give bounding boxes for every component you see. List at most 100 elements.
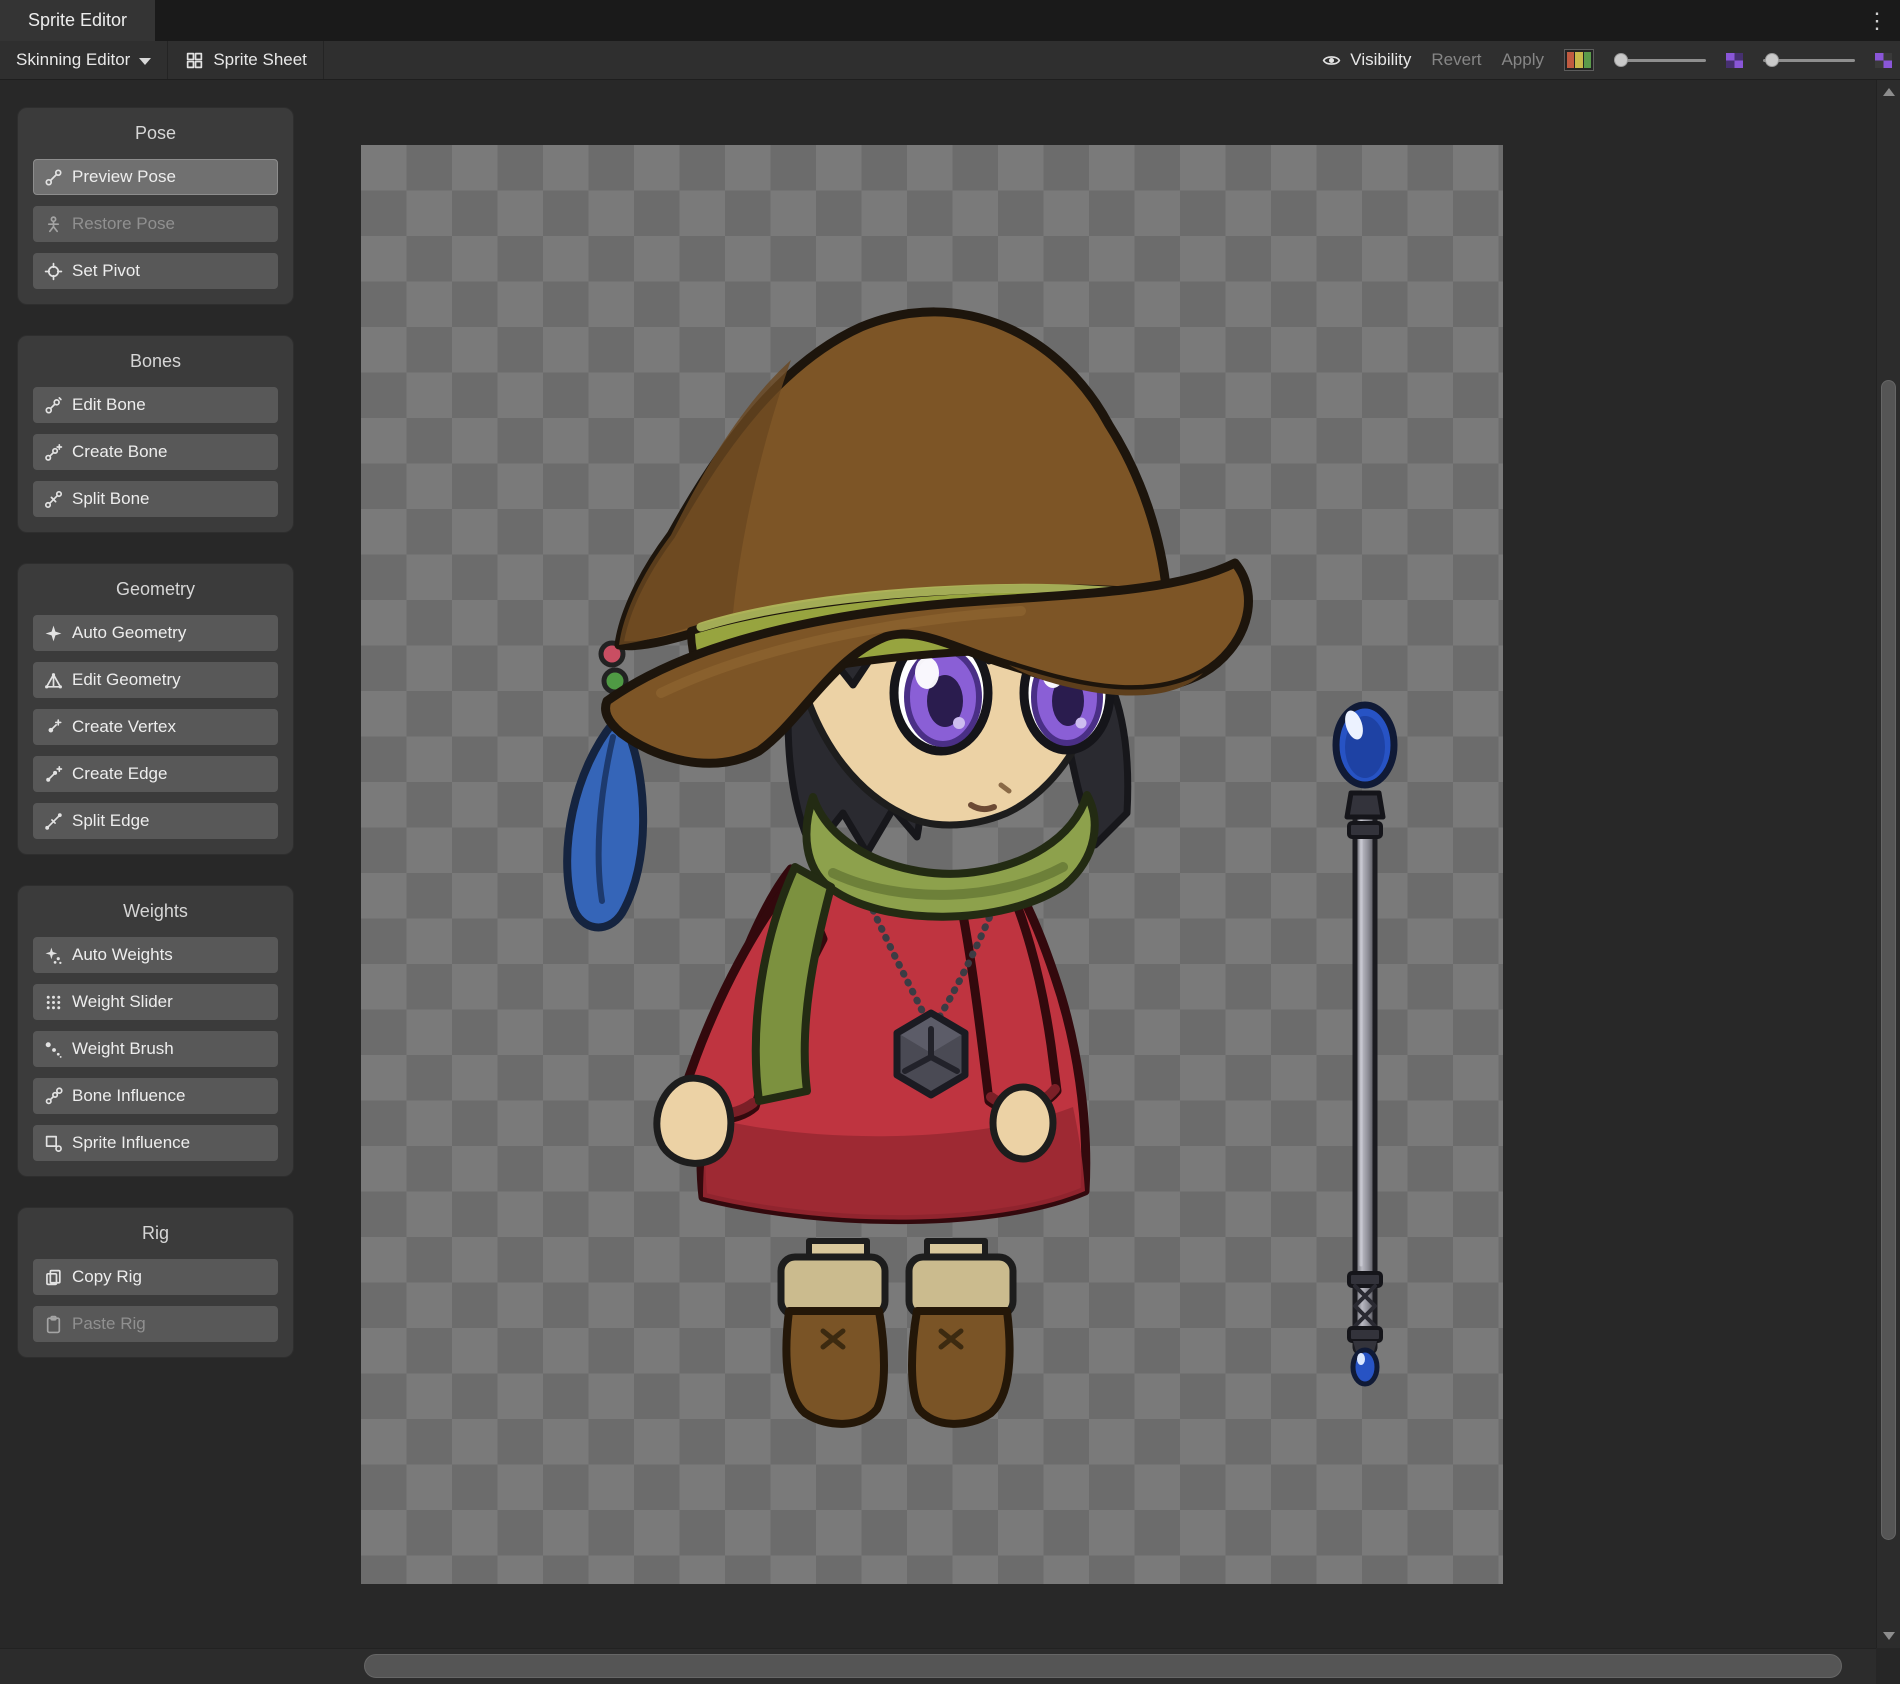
auto-weights-icon [43,945,63,965]
weight-brush-button[interactable]: Weight Brush [33,1031,278,1067]
edit-bone-button[interactable]: Edit Bone [33,387,278,423]
button-label: Weight Slider [72,992,173,1012]
tab-sprite-editor[interactable]: Sprite Editor [0,0,155,41]
window-tab-label: Sprite Editor [28,10,127,31]
mode-dropdown-label: Skinning Editor [16,50,130,70]
copy-rig-button[interactable]: Copy Rig [33,1259,278,1295]
opacity-slider[interactable] [1614,59,1706,62]
mannequin-icon [43,214,63,234]
scroll-up-arrow[interactable] [1877,80,1900,104]
vertical-scrollbar[interactable] [1876,80,1900,1648]
apply-button[interactable]: Apply [1501,50,1544,70]
sparkle-icon [43,623,63,643]
revert-button[interactable]: Revert [1431,50,1481,70]
pivot-icon [43,261,63,281]
horizontal-scrollbar[interactable] [0,1648,1876,1684]
button-label: Split Edge [72,811,150,831]
panel-weights: Weights Auto Weights Weight Slider Weigh… [17,885,294,1177]
button-label: Preview Pose [72,167,176,187]
brush-dots-icon [43,1039,63,1059]
button-label: Auto Weights [72,945,173,965]
panel-rig: Rig Copy Rig Paste Rig [17,1207,294,1358]
copy-icon [43,1267,63,1287]
panel-title: Bones [33,346,278,376]
preview-pose-button[interactable]: Preview Pose [33,159,278,195]
create-bone-button[interactable]: Create Bone [33,434,278,470]
create-bone-icon [43,442,63,462]
button-label: Create Edge [72,764,167,784]
set-pivot-button[interactable]: Set Pivot [33,253,278,289]
color-swatch-icon[interactable] [1564,49,1594,71]
panel-geometry: Geometry Auto Geometry Edit Geometry Cre… [17,563,294,855]
visibility-button[interactable]: Visibility [1321,50,1411,70]
button-label: Split Bone [72,489,150,509]
split-bone-icon [43,489,63,509]
panel-title: Pose [33,118,278,148]
button-label: Create Bone [72,442,167,462]
button-label: Sprite Influence [72,1133,190,1153]
toolbar: Skinning Editor Sprite Sheet Visibility … [0,41,1900,80]
title-bar: Sprite Editor ⋮ [0,0,1900,41]
button-label: Weight Brush [72,1039,174,1059]
sprite-influence-icon [43,1133,63,1153]
button-label: Edit Bone [72,395,146,415]
bone-influence-icon [43,1086,63,1106]
split-edge-button[interactable]: Split Edge [33,803,278,839]
toolbar-divider [323,41,324,79]
scrollbar-corner [1876,1648,1900,1684]
mesh-opacity-icon [1875,53,1892,68]
panel-bones: Bones Edit Bone Create Bone Split Bone [17,335,294,533]
visibility-label: Visibility [1350,50,1411,70]
eye-icon [1321,50,1341,70]
sprite-sheet-label: Sprite Sheet [213,50,307,70]
sprite-sheet-icon [184,50,204,70]
vertical-scroll-thumb[interactable] [1881,380,1896,1540]
button-label: Set Pivot [72,261,140,281]
button-label: Paste Rig [72,1314,146,1334]
kebab-menu-icon[interactable]: ⋮ [1854,0,1900,41]
button-label: Edit Geometry [72,670,181,690]
bone-icon [43,167,63,187]
weight-slider-button[interactable]: Weight Slider [33,984,278,1020]
button-label: Copy Rig [72,1267,142,1287]
split-bone-button[interactable]: Split Bone [33,481,278,517]
panel-title: Weights [33,896,278,926]
edit-bone-icon [43,395,63,415]
edit-geometry-button[interactable]: Edit Geometry [33,662,278,698]
mesh-opacity-slider[interactable] [1763,59,1855,62]
mesh-opacity-slider-thumb[interactable] [1765,53,1779,67]
panel-title: Rig [33,1218,278,1248]
tool-sidebar: Pose Preview Pose Restore Pose Set Pivot… [17,107,294,1388]
bone-opacity-icon [1726,53,1743,68]
opacity-slider-thumb[interactable] [1614,53,1628,67]
button-label: Bone Influence [72,1086,185,1106]
edge-icon [43,764,63,784]
button-label: Auto Geometry [72,623,186,643]
button-label: Create Vertex [72,717,176,737]
mode-dropdown[interactable]: Skinning Editor [0,41,167,79]
sprite-sheet-button[interactable]: Sprite Sheet [168,41,323,79]
auto-geometry-button[interactable]: Auto Geometry [33,615,278,651]
button-label: Restore Pose [72,214,175,234]
bone-influence-button[interactable]: Bone Influence [33,1078,278,1114]
sprite-influence-button[interactable]: Sprite Influence [33,1125,278,1161]
clipboard-icon [43,1314,63,1334]
scroll-down-arrow[interactable] [1877,1624,1900,1648]
mesh-icon [43,670,63,690]
sprite-canvas[interactable] [361,145,1503,1584]
panel-pose: Pose Preview Pose Restore Pose Set Pivot [17,107,294,305]
panel-title: Geometry [33,574,278,604]
sprite-artwork [361,145,1503,1584]
vertex-icon [43,717,63,737]
paste-rig-button[interactable]: Paste Rig [33,1306,278,1342]
horizontal-scroll-thumb[interactable] [364,1654,1842,1678]
character-sprite [567,312,1248,1424]
create-edge-button[interactable]: Create Edge [33,756,278,792]
dot-grid-icon [43,992,63,1012]
create-vertex-button[interactable]: Create Vertex [33,709,278,745]
chevron-down-icon [139,58,151,65]
staff-sprite [1336,705,1394,1384]
restore-pose-button[interactable]: Restore Pose [33,206,278,242]
split-edge-icon [43,811,63,831]
auto-weights-button[interactable]: Auto Weights [33,937,278,973]
